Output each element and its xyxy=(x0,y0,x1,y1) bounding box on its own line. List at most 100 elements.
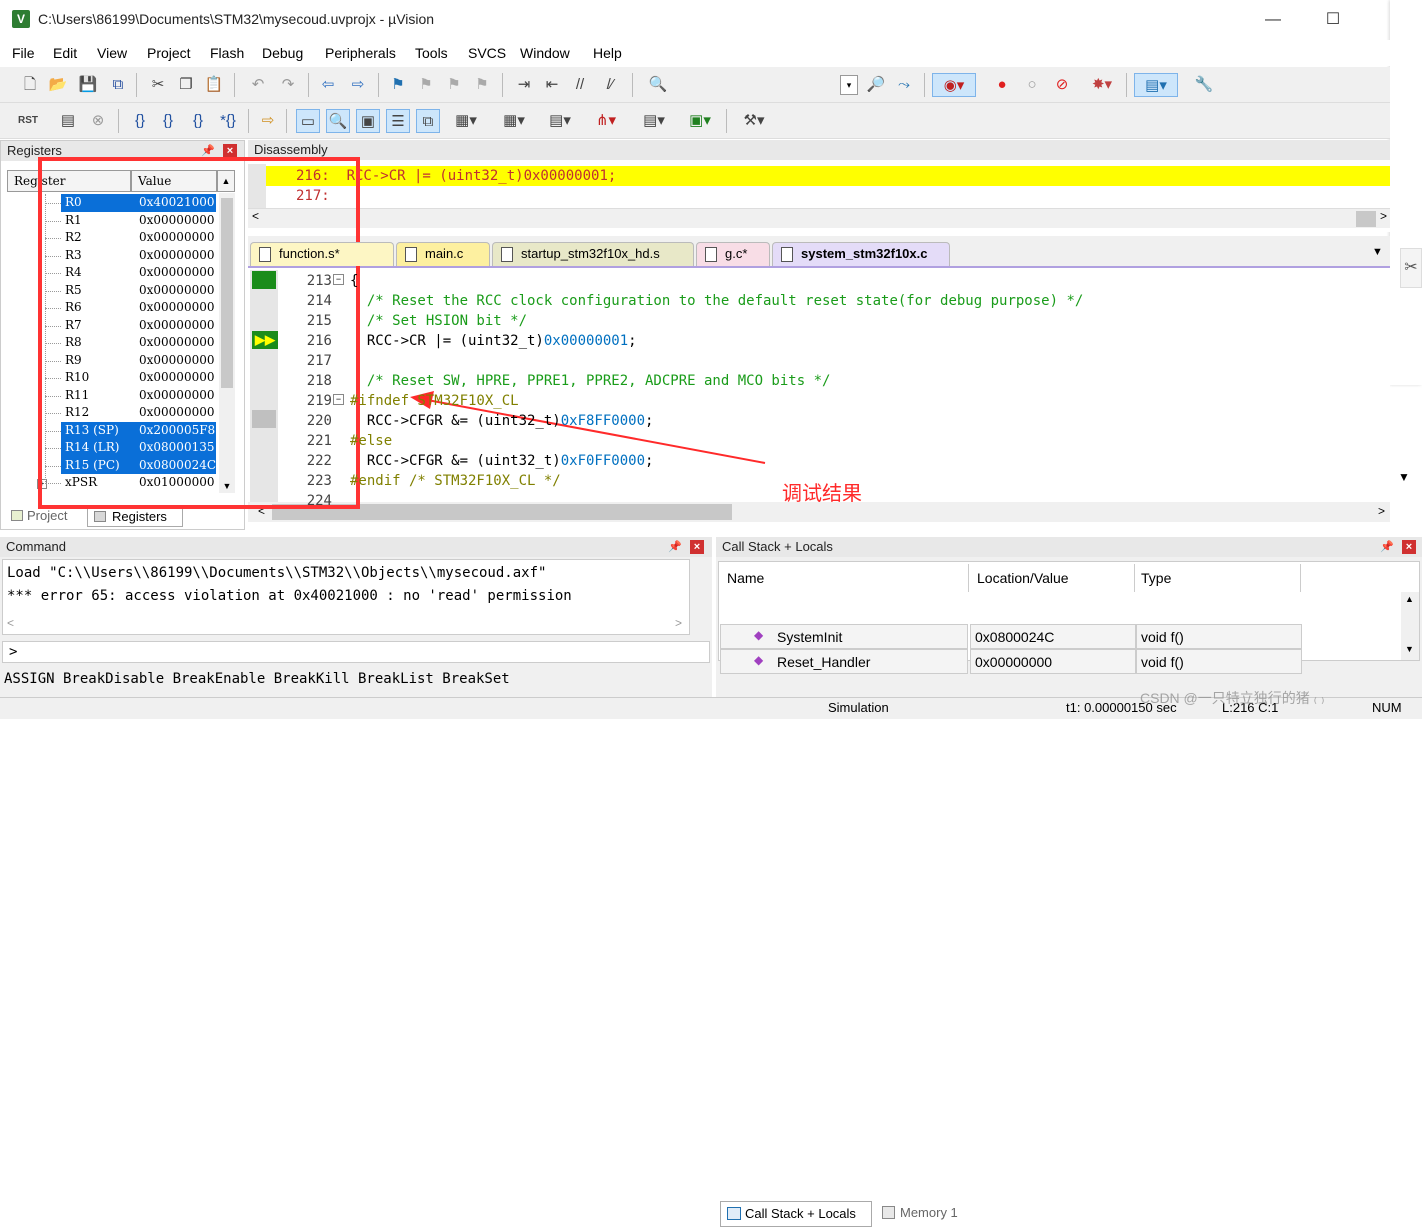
paste-icon[interactable]: 📋 xyxy=(202,73,226,97)
menu-file[interactable]: File xyxy=(12,45,35,61)
column-location[interactable]: Location/Value xyxy=(969,564,1135,592)
copy-icon[interactable]: ❐ xyxy=(174,73,198,97)
disable-breakpoints-icon[interactable]: ⊘ xyxy=(1050,73,1074,97)
save-all-icon[interactable]: ⧉ xyxy=(106,73,130,97)
serial-window-button[interactable]: ▤▾ xyxy=(540,109,580,133)
menu-window[interactable]: Window xyxy=(520,45,570,61)
code-line[interactable]: #ifndef STM32F10X_CL xyxy=(350,391,519,411)
menu-edit[interactable]: Edit xyxy=(53,45,77,61)
system-viewer-button[interactable]: ▣▾ xyxy=(680,109,720,133)
find-icon[interactable]: 🔎 xyxy=(864,73,888,97)
enable-breakpoint-icon[interactable]: ○ xyxy=(1020,73,1044,97)
watch-window-button[interactable]: ▦▾ xyxy=(446,109,486,133)
reset-icon[interactable]: RST xyxy=(16,109,40,133)
command-window-icon[interactable]: ▭ xyxy=(296,109,320,133)
kill-breakpoints-icon[interactable]: ✸▾ xyxy=(1082,73,1122,97)
pin-icon[interactable]: 📌 xyxy=(201,144,215,157)
menu-peripherals[interactable]: Peripherals xyxy=(325,45,396,61)
close-icon[interactable]: × xyxy=(690,540,704,554)
run-icon[interactable]: ▤ xyxy=(56,109,80,133)
maximize-button[interactable]: ☐ xyxy=(1318,8,1348,32)
menu-project[interactable]: Project xyxy=(147,45,191,61)
memory-window-button[interactable]: ▦▾ xyxy=(494,109,534,133)
symbols-window-icon[interactable]: ▣ xyxy=(356,109,380,133)
code-line[interactable]: RCC->CFGR &= (uint32_t)0xF8FF0000; xyxy=(350,411,654,431)
step-over-icon[interactable]: {} xyxy=(156,109,180,133)
save-icon[interactable]: 💾 xyxy=(76,73,100,97)
stop-icon[interactable]: ⊗ xyxy=(86,109,110,133)
code-line[interactable]: /* Reset SW, HPRE, PPRE1, PPRE2, ADCPRE … xyxy=(350,371,831,391)
new-file-icon[interactable]: 🗋 xyxy=(18,73,42,97)
callstack-vscrollbar[interactable]: ▲ ▼ xyxy=(1401,592,1419,660)
comment-icon[interactable]: // xyxy=(568,73,592,97)
disassembly-hscrollbar[interactable]: < > xyxy=(248,208,1390,228)
column-name[interactable]: Name xyxy=(719,564,969,592)
trace-window-button[interactable]: ▤▾ xyxy=(634,109,674,133)
tab-list-dropdown-icon[interactable]: ▼ xyxy=(1372,246,1383,258)
debug-session-button[interactable]: ◉▾ xyxy=(932,73,976,97)
menu-tools[interactable]: Tools xyxy=(415,45,448,61)
run-to-cursor-icon[interactable]: *{} xyxy=(216,109,240,133)
editor-tab[interactable]: system_stm32f10x.c xyxy=(772,242,950,266)
code-line[interactable]: { xyxy=(350,271,358,291)
close-icon[interactable]: × xyxy=(223,144,237,158)
registers-window-icon[interactable]: ☰ xyxy=(386,109,410,133)
undo-icon[interactable]: ↶ xyxy=(246,73,270,97)
bookmark-icon[interactable]: ⚑ xyxy=(386,73,410,97)
unindent-icon[interactable]: ⇤ xyxy=(540,73,564,97)
code-line[interactable]: #else xyxy=(350,431,392,451)
incremental-find-icon[interactable]: ⤳ xyxy=(892,73,916,97)
insert-breakpoint-icon[interactable]: ● xyxy=(990,73,1014,97)
find-in-files-icon[interactable]: 🔍 xyxy=(646,73,670,97)
configure-icon[interactable]: 🔧 xyxy=(1192,73,1216,97)
column-type[interactable]: Type xyxy=(1135,564,1301,592)
cut-icon[interactable]: ✂ xyxy=(146,73,170,97)
menu-flash[interactable]: Flash xyxy=(210,45,244,61)
menu-debug[interactable]: Debug xyxy=(262,45,303,61)
pin-icon[interactable]: 📌 xyxy=(668,540,682,553)
scroll-right-arrow-icon[interactable]: > xyxy=(1380,209,1387,223)
bookmark-next-icon[interactable]: ⚑ xyxy=(442,73,466,97)
find-combo-dropdown[interactable]: ▾ xyxy=(840,75,858,95)
code-line[interactable]: /* Set HSION bit */ xyxy=(350,311,527,331)
command-vscrollbar[interactable] xyxy=(690,559,710,635)
tab-callstack[interactable]: Call Stack + Locals xyxy=(720,1201,872,1227)
redo-icon[interactable]: ↷ xyxy=(276,73,300,97)
bookmark-prev-icon[interactable]: ⚑ xyxy=(414,73,438,97)
code-line[interactable]: #endif /* STM32F10X_CL */ xyxy=(350,471,561,491)
editor-tab[interactable]: g.c* xyxy=(696,242,770,266)
tab-memory[interactable]: Memory 1 xyxy=(876,1201,976,1227)
indent-icon[interactable]: ⇥ xyxy=(512,73,536,97)
editor-tab[interactable]: startup_stm32f10x_hd.s xyxy=(492,242,694,266)
analysis-window-button[interactable]: ⋔▾ xyxy=(586,109,626,133)
disassembly-window-icon[interactable]: 🔍 xyxy=(326,109,350,133)
editor-tab[interactable]: main.c xyxy=(396,242,490,266)
menu-view[interactable]: View xyxy=(97,45,127,61)
scroll-left-arrow-icon[interactable]: < xyxy=(7,616,14,630)
command-output[interactable]: Load "C:\\Users\\86199\\Documents\\STM32… xyxy=(2,559,690,635)
code-line[interactable]: RCC->CFGR &= (uint32_t)0xF0FF0000; xyxy=(350,451,654,471)
code-line[interactable]: RCC->CR |= (uint32_t)0x00000001; xyxy=(350,331,637,351)
callstack-window-icon[interactable]: ⧉ xyxy=(416,109,440,133)
menu-svcs[interactable]: SVCS xyxy=(468,45,506,61)
minimize-button[interactable]: — xyxy=(1258,8,1288,32)
scroll-up-arrow-icon[interactable]: ▲ xyxy=(1405,594,1414,604)
pin-icon[interactable]: 📌 xyxy=(1380,540,1394,553)
window-layout-button[interactable]: ▤▾ xyxy=(1134,73,1178,97)
scissors-icon[interactable]: ✂ xyxy=(1400,248,1422,288)
editor-vscroll-arrow-icon[interactable]: ▼ xyxy=(1398,470,1418,500)
bookmark-clear-icon[interactable]: ⚑ xyxy=(470,73,494,97)
scroll-down-arrow-icon[interactable]: ▼ xyxy=(1405,644,1414,654)
code-line[interactable]: /* Reset the RCC clock configuration to … xyxy=(350,291,1083,311)
scrollbar-thumb[interactable] xyxy=(1356,211,1376,227)
scroll-right-arrow-icon[interactable]: > xyxy=(1378,504,1385,518)
menu-help[interactable]: Help xyxy=(593,45,622,61)
step-into-icon[interactable]: {} xyxy=(128,109,152,133)
current-instruction-line[interactable]: 216: RCC->CR |= (uint32_t)0x00000001; xyxy=(266,166,1390,186)
show-next-statement-icon[interactable]: ⇨ xyxy=(256,109,280,133)
step-out-icon[interactable]: {} xyxy=(186,109,210,133)
nav-back-icon[interactable]: ⇦ xyxy=(316,73,340,97)
open-file-icon[interactable]: 📂 xyxy=(46,73,70,97)
nav-forward-icon[interactable]: ⇨ xyxy=(346,73,370,97)
toolbox-button[interactable]: ⚒▾ xyxy=(734,109,774,133)
